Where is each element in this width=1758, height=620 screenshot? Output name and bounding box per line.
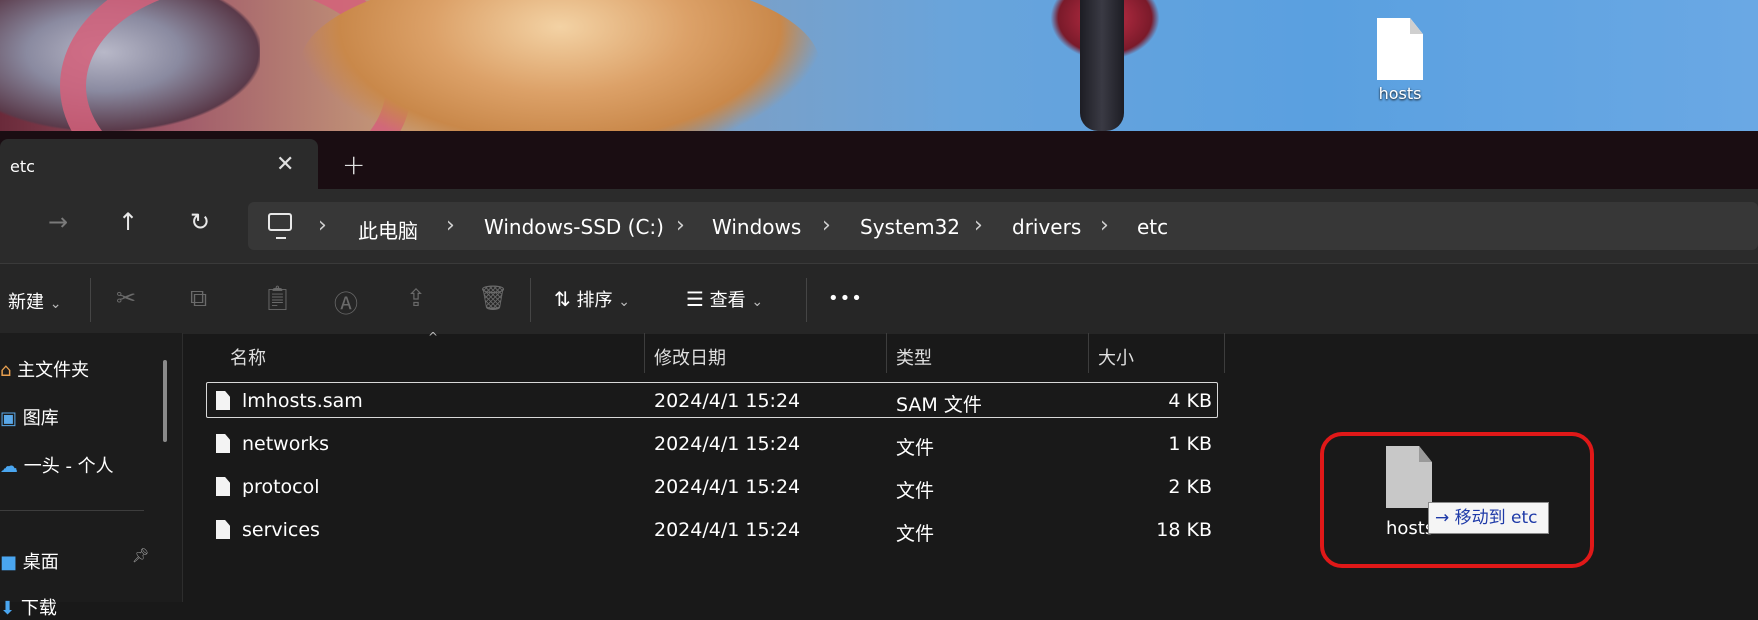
dragged-file-icon[interactable] — [1386, 446, 1432, 508]
sidebar-item-gallery[interactable]: ▣ 图库 — [0, 404, 59, 430]
sidebar-scrollbar[interactable] — [163, 360, 167, 442]
sidebar-item-label: 主文件夹 — [17, 360, 90, 381]
file-name: networks — [242, 433, 330, 455]
breadcrumb-separator[interactable]: › — [974, 213, 983, 238]
breadcrumb-separator[interactable]: › — [676, 213, 685, 238]
cloud-icon: ☁ — [0, 456, 18, 477]
copy-icon[interactable]: ⧉ — [190, 284, 207, 312]
sidebar-item-onedrive[interactable]: ☁ 一头 - 个人 — [0, 452, 114, 478]
more-options-button[interactable]: ••• — [828, 288, 863, 309]
trash-icon[interactable]: 🗑︎ — [478, 284, 508, 312]
breadcrumb-system32[interactable]: System32 — [860, 215, 960, 239]
address-bar[interactable] — [248, 202, 1758, 250]
tab-etc[interactable] — [0, 139, 318, 189]
column-header-date[interactable]: 修改日期 — [654, 344, 726, 370]
file-type: SAM 文件 — [896, 394, 982, 416]
drag-tooltip: → 移动到 etc — [1428, 502, 1549, 534]
new-label: 新建 — [8, 292, 44, 313]
file-name: protocol — [242, 476, 320, 498]
column-header-name[interactable]: 名称 — [230, 344, 266, 370]
new-button[interactable]: 新建 ⌄ — [8, 288, 61, 314]
column-header-type[interactable]: 类型 — [896, 344, 932, 370]
breadcrumb-separator[interactable]: › — [1100, 213, 1109, 238]
sidebar-item-label: 下载 — [20, 598, 57, 619]
home-icon: ⌂ — [0, 360, 12, 381]
close-icon[interactable]: ✕ — [276, 152, 294, 177]
breadcrumb-separator[interactable]: › — [822, 213, 831, 238]
this-pc-icon[interactable] — [268, 213, 292, 239]
breadcrumb-windows[interactable]: Windows — [712, 215, 801, 239]
chevron-down-icon: ⌄ — [49, 296, 62, 312]
rename-icon[interactable]: Ⓐ — [334, 284, 358, 319]
sort-icon: ⇅ — [554, 287, 571, 311]
file-icon — [1377, 18, 1423, 80]
file-date: 2024/4/1 15:24 — [654, 476, 801, 498]
file-type: 文件 — [896, 480, 935, 502]
sidebar-item-label: 图库 — [22, 408, 59, 429]
file-date: 2024/4/1 15:24 — [654, 390, 801, 412]
up-button[interactable]: ↑ — [118, 208, 138, 236]
desktop-wallpaper — [0, 0, 1758, 131]
breadcrumb-drive-c[interactable]: Windows-SSD (C:) — [484, 215, 664, 239]
dragged-file-label: hosts — [1386, 518, 1435, 539]
highlight-box — [1320, 432, 1594, 568]
gallery-icon: ▣ — [0, 408, 18, 429]
toolbar-divider — [806, 278, 807, 322]
sidebar-item-label: 一头 - 个人 — [23, 456, 114, 477]
column-divider[interactable] — [1224, 333, 1225, 373]
breadcrumb-drivers[interactable]: drivers — [1012, 215, 1081, 239]
file-name: lmhosts.sam — [242, 390, 363, 412]
file-date: 2024/4/1 15:24 — [654, 433, 801, 455]
pin-icon[interactable]: 📌︎ — [132, 548, 150, 564]
chevron-down-icon: ⌄ — [618, 294, 630, 310]
file-date: 2024/4/1 15:24 — [654, 519, 801, 541]
tab-title: etc — [10, 157, 35, 176]
sort-label: 排序 — [576, 290, 613, 311]
sidebar-item-downloads[interactable]: ⬇ 下载 — [0, 594, 57, 620]
forward-button[interactable]: → — [48, 208, 68, 236]
download-icon: ⬇ — [0, 598, 16, 619]
breadcrumb-separator[interactable]: › — [318, 213, 327, 238]
sidebar-item-label: 桌面 — [22, 552, 59, 573]
wallpaper-shape — [1080, 0, 1124, 131]
clipboard-icon[interactable]: 📋︎ — [262, 284, 292, 312]
sort-button[interactable]: ⇅ 排序 ⌄ — [554, 286, 630, 312]
sort-ascending-icon: ^ — [428, 330, 439, 344]
desktop-icon: ■ — [0, 552, 18, 573]
wallpaper-cat — [300, 0, 820, 131]
new-tab-button[interactable]: + — [342, 148, 365, 181]
sidebar-item-desktop[interactable]: ■ 桌面 📌︎ — [0, 548, 150, 574]
toolbar-divider — [530, 278, 531, 322]
view-button[interactable]: ☰ 查看 ⌄ — [686, 286, 763, 312]
scissors-icon[interactable]: ✂ — [116, 284, 136, 312]
breadcrumb-etc[interactable]: etc — [1137, 215, 1168, 239]
share-icon[interactable]: ⇪ — [406, 284, 426, 312]
column-divider[interactable] — [886, 333, 887, 373]
refresh-button[interactable]: ↻ — [190, 208, 210, 236]
file-name: services — [242, 519, 320, 541]
breadcrumb-separator[interactable]: › — [446, 213, 455, 238]
sidebar-item-home[interactable]: ⌂ 主文件夹 — [0, 356, 89, 382]
desktop-file-label: hosts — [1378, 84, 1422, 103]
view-label: 查看 — [709, 290, 746, 311]
toolbar-divider — [90, 278, 91, 322]
file-type: 文件 — [896, 437, 935, 459]
column-divider[interactable] — [1088, 333, 1089, 373]
file-size: 18 KB — [1156, 519, 1212, 541]
column-header-size[interactable]: 大小 — [1098, 344, 1134, 370]
view-icon: ☰ — [686, 287, 704, 311]
file-size: 1 KB — [1168, 433, 1212, 455]
file-size: 4 KB — [1168, 390, 1212, 412]
sidebar-divider — [0, 510, 144, 511]
chevron-down-icon: ⌄ — [751, 294, 764, 310]
file-size: 2 KB — [1168, 476, 1212, 498]
desktop-file-hosts[interactable]: hosts — [1370, 18, 1430, 118]
column-divider[interactable] — [644, 333, 645, 373]
file-type: 文件 — [896, 523, 935, 545]
pane-divider[interactable] — [182, 333, 183, 602]
breadcrumb-this-pc[interactable]: 此电脑 — [358, 215, 418, 244]
